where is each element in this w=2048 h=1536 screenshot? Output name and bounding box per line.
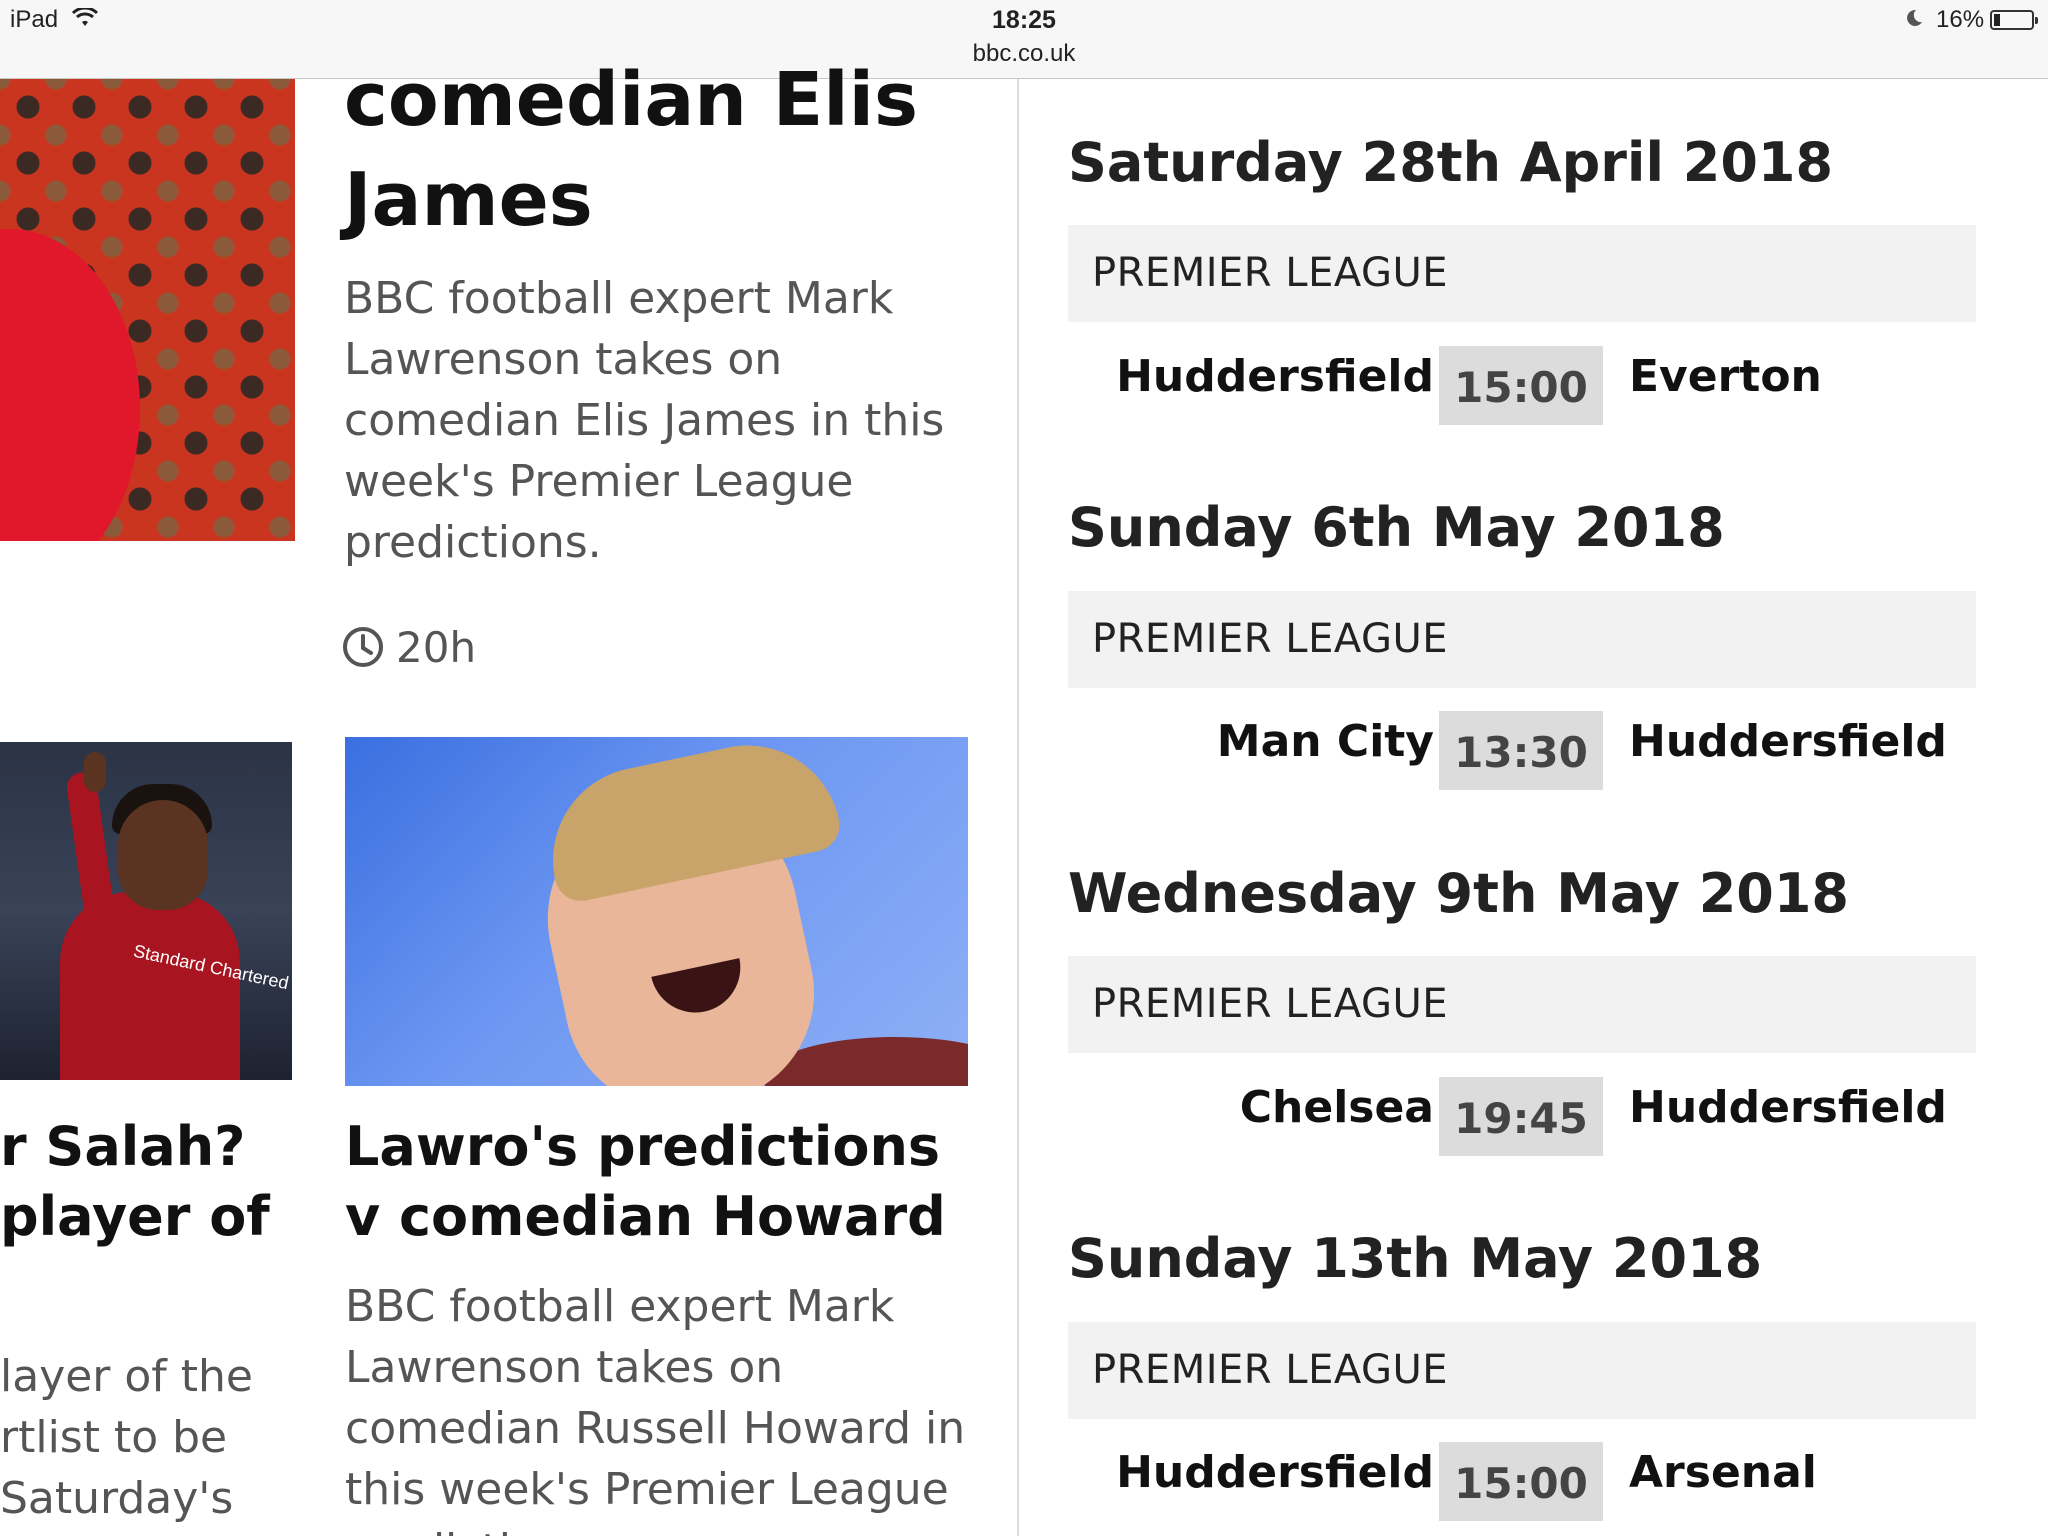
article-image-elis-james[interactable] <box>0 79 295 541</box>
competition-header: PREMIER LEAGUE <box>1068 1322 1976 1419</box>
home-team[interactable]: Man City <box>1217 716 1434 767</box>
article-headline[interactable]: comedian Elis James <box>344 50 984 250</box>
away-team[interactable]: Huddersfield <box>1629 716 1947 767</box>
home-team[interactable]: Chelsea <box>1240 1082 1434 1133</box>
summary-line: layer of the <box>0 1351 253 1402</box>
article-summary-russell: BBC football expert Mark Lawrenson takes… <box>345 1281 966 1536</box>
article-summary: BBC football expert Mark Lawrenson takes… <box>344 273 945 568</box>
kickoff-time[interactable]: 13:30 <box>1439 711 1603 790</box>
battery-level <box>1994 14 2000 26</box>
fixture-date: Sunday 13th May 2018 <box>1068 1227 1763 1290</box>
fixture-date: Wednesday 9th May 2018 <box>1068 862 1849 925</box>
article-timestamp: 20h <box>342 622 476 672</box>
article-headline-russell[interactable]: Lawro's predictions v comedian Howard <box>345 1112 985 1252</box>
fixture-date: Saturday 28th April 2018 <box>1068 131 1834 194</box>
headline-line: r Salah? <box>0 1115 246 1178</box>
player-shirt <box>60 892 240 1080</box>
kickoff-time[interactable]: 15:00 <box>1439 346 1603 425</box>
column-divider <box>1017 79 1019 1536</box>
competition-header: PREMIER LEAGUE <box>1068 956 1976 1053</box>
summary-line: Saturday's <box>0 1473 234 1524</box>
competition-label: PREMIER LEAGUE <box>1092 616 1449 662</box>
do-not-disturb-icon <box>1907 9 1922 26</box>
red-shirt-shape <box>0 229 140 541</box>
player-face <box>118 800 208 910</box>
away-team[interactable]: Huddersfield <box>1629 1082 1947 1133</box>
battery-icon <box>1990 10 2038 30</box>
away-team[interactable]: Everton <box>1629 351 1822 402</box>
article-image-salah[interactable]: Standard Chartered <box>0 742 292 1080</box>
pointing-hand <box>84 752 106 792</box>
battery-percent: 16% <box>1936 6 1985 33</box>
address-bar-url[interactable]: bbc.co.uk <box>0 40 2048 68</box>
competition-header: PREMIER LEAGUE <box>1068 225 1976 322</box>
article-age: 20h <box>396 622 477 672</box>
clock-time: 18:25 <box>992 6 1056 34</box>
away-team[interactable]: Arsenal <box>1629 1447 1817 1498</box>
competition-label: PREMIER LEAGUE <box>1092 250 1449 296</box>
home-team[interactable]: Huddersfield <box>1116 1447 1434 1498</box>
headline-line: player of <box>0 1185 270 1248</box>
home-team[interactable]: Huddersfield <box>1116 351 1434 402</box>
article-summary-salah: layer of the rtlist to be Saturday's <box>0 1346 300 1529</box>
article-headline-salah[interactable]: r Salah? player of <box>0 1112 300 1252</box>
clock-icon <box>343 627 383 667</box>
summary-line: rtlist to be <box>0 1412 228 1463</box>
competition-label: PREMIER LEAGUE <box>1092 1347 1449 1393</box>
article-image-russell-howard[interactable] <box>345 737 968 1086</box>
kickoff-time[interactable]: 19:45 <box>1439 1077 1603 1156</box>
competition-header: PREMIER LEAGUE <box>1068 591 1976 688</box>
status-bar: iPad 18:25 bbc.co.uk 16% <box>0 0 2048 79</box>
fixture-date: Sunday 6th May 2018 <box>1068 496 1725 559</box>
competition-label: PREMIER LEAGUE <box>1092 981 1449 1027</box>
kickoff-time[interactable]: 15:00 <box>1439 1442 1603 1521</box>
